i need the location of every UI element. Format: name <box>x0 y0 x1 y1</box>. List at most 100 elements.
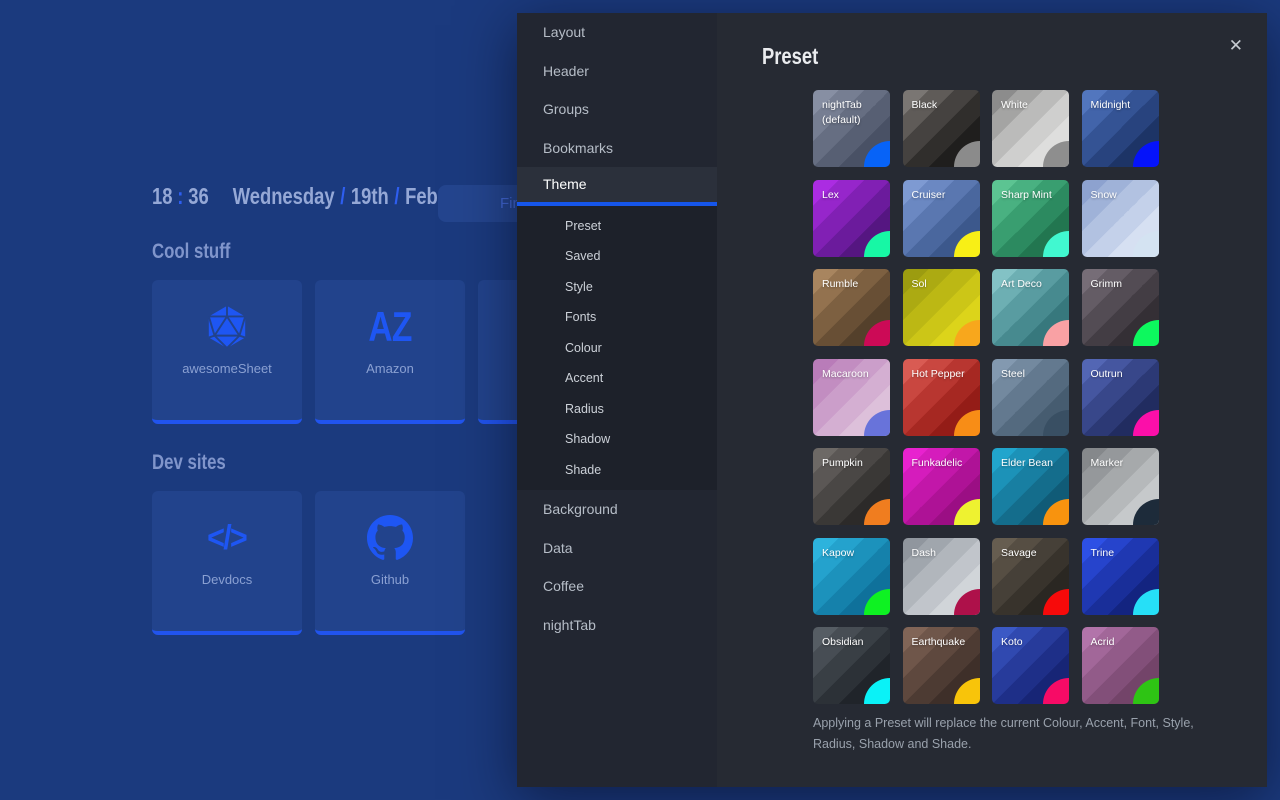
clock: 18:36Wednesday/19th/February <box>152 183 484 210</box>
preset-midnight[interactable]: Midnight <box>1081 90 1159 167</box>
preset-name: Kapow <box>822 546 855 559</box>
submenu-item-accent[interactable]: Accent <box>517 363 717 394</box>
sidebar-item-layout[interactable]: Layout <box>517 13 717 52</box>
preset-name: Art Deco <box>1001 278 1042 290</box>
sidebar-item-label: Groups <box>543 101 589 118</box>
preset-name: Sol <box>911 278 927 290</box>
preset-koto[interactable]: Koto <box>992 627 1069 704</box>
preset-accent-swatch <box>1132 678 1159 704</box>
preset-name: Koto <box>1001 636 1023 648</box>
github-icon <box>367 512 413 564</box>
preset-macaroon[interactable]: Macaroon <box>813 358 890 436</box>
sidebar-item-theme[interactable]: Theme <box>517 167 717 206</box>
preset-outrun[interactable]: Outrun <box>1081 358 1159 436</box>
submenu-item-label: Shade <box>565 462 602 477</box>
bookmark-github[interactable]: Github <box>315 491 465 635</box>
preset-name: Pumpkin <box>822 457 863 469</box>
preset-nighttab-default[interactable]: nightTab (default) <box>813 90 890 167</box>
submenu-item-label: Saved <box>565 249 601 264</box>
code-brackets-icon: </> <box>207 518 249 557</box>
submenu-item-label: Radius <box>565 401 604 416</box>
preset-name: nightTab (default) <box>822 99 862 127</box>
sidebar-item-background[interactable]: Background <box>517 490 717 529</box>
preset-art-deco[interactable]: Art Deco <box>992 269 1069 346</box>
az-letters-icon: AZ <box>368 303 412 350</box>
date-slash-icon: / <box>394 183 400 209</box>
preset-sharp-mint[interactable]: Sharp Mint <box>992 179 1069 257</box>
preset-accent-swatch <box>1132 409 1159 436</box>
preset-accent-swatch <box>864 320 890 346</box>
preset-name: Macaroon <box>822 367 869 380</box>
bookmark-amazon[interactable]: AZ Amazon <box>315 280 465 424</box>
submenu-item-style[interactable]: Style <box>517 272 717 303</box>
sidebar-item-label: Background <box>543 501 618 518</box>
preset-name: Steel <box>1001 367 1025 380</box>
submenu-item-shadow[interactable]: Shadow <box>517 424 717 455</box>
preset-steel[interactable]: Steel <box>992 358 1069 436</box>
theme-submenu: Preset Saved Style Fonts Colour Accent Radius S… <box>517 205 717 490</box>
preset-funkadelic[interactable]: Funkadelic <box>902 448 980 525</box>
sidebar-item-data[interactable]: Data <box>517 529 717 568</box>
preset-black[interactable]: Black <box>902 90 980 167</box>
preset-earthquake[interactable]: Earthquake <box>902 627 980 704</box>
date-number: 19th <box>350 183 389 209</box>
submenu-item-radius[interactable]: Radius <box>517 394 717 425</box>
preset-rumble[interactable]: Rumble <box>813 269 890 346</box>
close-icon[interactable]: ✕ <box>1225 33 1247 58</box>
preset-sol[interactable]: Sol <box>902 269 980 346</box>
preset-trine[interactable]: Trine <box>1081 537 1159 615</box>
submenu-item-colour[interactable]: Colour <box>517 333 717 364</box>
sidebar-item-groups[interactable]: Groups <box>517 90 717 129</box>
preset-accent-swatch <box>1043 320 1069 346</box>
preset-kapow[interactable]: Kapow <box>813 537 890 615</box>
preset-accent-swatch <box>864 588 890 615</box>
preset-dash[interactable]: Dash <box>902 537 980 615</box>
preset-grid: nightTab (default) Black White Midnight Lex C… <box>813 90 1159 704</box>
preset-obsidian[interactable]: Obsidian <box>813 627 890 704</box>
preset-accent-swatch <box>1043 588 1069 615</box>
submenu-item-preset[interactable]: Preset <box>517 211 717 242</box>
preset-accent-swatch <box>953 320 980 346</box>
submenu-item-fonts[interactable]: Fonts <box>517 302 717 333</box>
preset-name: Obsidian <box>822 636 864 648</box>
settings-menu: Layout Header Groups Bookmarks Theme Preset Sa… <box>517 13 717 787</box>
preset-pumpkin[interactable]: Pumpkin <box>813 448 890 525</box>
preset-acrid[interactable]: Acrid <box>1081 627 1159 704</box>
preset-snow[interactable]: Snow <box>1081 179 1159 257</box>
bookmark-awesomesheet[interactable]: awesomeSheet <box>152 280 302 424</box>
submenu-item-shade[interactable]: Shade <box>517 455 717 486</box>
preset-accent-swatch <box>1132 588 1159 615</box>
preset-grimm[interactable]: Grimm <box>1081 269 1159 346</box>
sidebar-item-header[interactable]: Header <box>517 52 717 91</box>
submenu-item-label: Style <box>565 279 593 294</box>
sidebar-item-coffee[interactable]: Coffee <box>517 567 717 606</box>
sidebar-item-bookmarks[interactable]: Bookmarks <box>517 129 717 168</box>
bookmark-devdocs[interactable]: </> Devdocs <box>152 491 302 635</box>
date-day: Wednesday <box>232 183 335 209</box>
preset-name: Acrid <box>1090 636 1115 648</box>
clock-minutes: 36 <box>188 183 209 209</box>
preset-name: Grimm <box>1090 278 1123 290</box>
preset-elder-bean[interactable]: Elder Bean <box>992 448 1069 525</box>
preset-savage[interactable]: Savage <box>992 537 1069 615</box>
preset-name: Lex <box>822 188 839 201</box>
sidebar-item-nighttab[interactable]: nightTab <box>517 606 717 645</box>
preset-name: Funkadelic <box>911 457 963 469</box>
submenu-item-label: Colour <box>565 340 602 355</box>
sidebar-item-label: Data <box>543 539 573 556</box>
preset-accent-swatch <box>1043 499 1069 525</box>
preset-white[interactable]: White <box>992 90 1069 167</box>
bookmark-label: Devdocs <box>201 572 253 587</box>
submenu-item-saved[interactable]: Saved <box>517 241 717 272</box>
date-slash-icon: / <box>340 183 346 209</box>
preset-cruiser[interactable]: Cruiser <box>902 179 980 257</box>
sidebar-item-label: nightTab <box>543 616 596 633</box>
preset-accent-swatch <box>864 230 890 257</box>
preset-hot-pepper[interactable]: Hot Pepper <box>902 358 980 436</box>
preset-accent-swatch <box>1043 230 1069 257</box>
preset-accent-swatch <box>1043 141 1069 167</box>
preset-lex[interactable]: Lex <box>813 179 890 257</box>
preset-name: Cruiser <box>911 188 946 201</box>
preset-marker[interactable]: Marker <box>1081 448 1159 525</box>
sidebar-item-label: Header <box>543 62 589 79</box>
